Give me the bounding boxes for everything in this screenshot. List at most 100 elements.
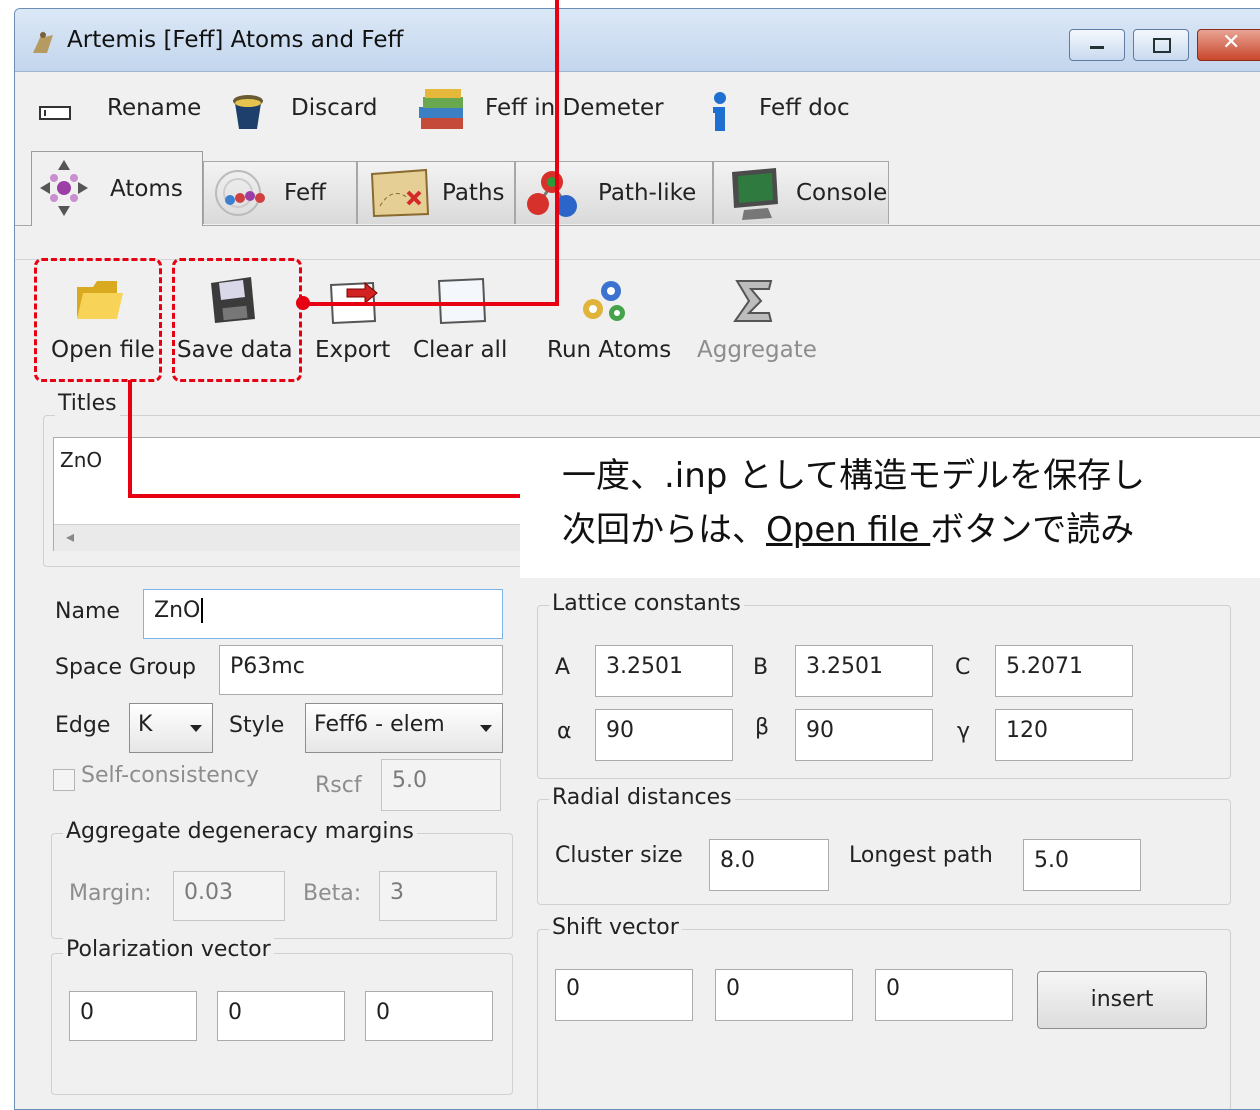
trash-icon <box>233 95 263 129</box>
space-group-label: Space Group <box>55 655 197 680</box>
artemis-app-icon <box>33 31 53 53</box>
lattice-b-input[interactable]: 3.2501 <box>795 645 933 697</box>
shift-group-title: Shift vector <box>549 915 682 940</box>
self-consistency-label: Self-consistency <box>81 763 259 788</box>
aggregate-button[interactable]: Aggregate <box>695 271 825 371</box>
minimize-button[interactable] <box>1069 29 1125 61</box>
shift-y-input[interactable]: 0 <box>715 969 853 1021</box>
aggregate-group-title: Aggregate degeneracy margins <box>63 819 417 844</box>
scroll-left-icon[interactable]: ◂ <box>66 527 74 546</box>
gears-icon <box>583 281 625 321</box>
menu-rename[interactable]: Rename <box>107 95 201 121</box>
titles-group-title: Titles <box>55 391 120 416</box>
polarization-group-title: Polarization vector <box>63 937 274 962</box>
close-icon: ✕ <box>1222 30 1241 55</box>
lattice-beta-input[interactable]: 90 <box>795 709 933 761</box>
cluster-size-label: Cluster size <box>555 843 683 868</box>
tab-atoms-label: Atoms <box>110 176 183 202</box>
beta-input[interactable]: 3 <box>379 871 497 921</box>
callout-line-top <box>555 0 559 306</box>
clear-all-label: Clear all <box>413 337 508 363</box>
atoms-icon <box>40 160 88 216</box>
tab-console[interactable]: Console <box>713 161 889 224</box>
tab-feff-label: Feff <box>284 180 326 206</box>
longest-path-input[interactable]: 5.0 <box>1023 839 1141 891</box>
lattice-alpha-input[interactable]: 90 <box>595 709 733 761</box>
edge-value: K <box>138 712 153 737</box>
style-label: Style <box>229 713 285 738</box>
polarization-z-input[interactable]: 0 <box>365 991 493 1041</box>
chevron-down-icon <box>480 725 492 732</box>
title-bar: Artemis [Feff] Atoms and Feff ✕ <box>15 9 1260 72</box>
callout-line-save <box>304 302 559 306</box>
lattice-beta-label: β <box>755 715 770 740</box>
tab-feff[interactable]: Feff <box>203 161 357 224</box>
cluster-size-input[interactable]: 8.0 <box>709 839 829 891</box>
rename-icon <box>39 106 71 120</box>
tab-path-like-label: Path-like <box>598 180 697 206</box>
annotation-line-2: 次回からは、Open file ボタンで読み <box>562 502 1135 551</box>
sigma-icon <box>733 280 773 322</box>
map-icon <box>370 168 430 218</box>
maximize-button[interactable] <box>1133 29 1189 61</box>
margin-label: Margin: <box>69 881 152 906</box>
beta-label: Beta: <box>303 881 362 906</box>
edge-label: Edge <box>55 713 111 738</box>
radial-group-title: Radial distances <box>549 785 735 810</box>
insert-button[interactable]: insert <box>1037 971 1207 1029</box>
tab-paths-label: Paths <box>442 180 505 206</box>
clear-all-button[interactable]: Clear all <box>413 271 513 371</box>
annotation-open-file-link: Open file <box>766 510 931 550</box>
longest-path-label: Longest path <box>849 843 993 868</box>
tab-path-like[interactable]: Path-like <box>515 161 713 224</box>
polarization-y-input[interactable]: 0 <box>217 991 345 1041</box>
run-atoms-button[interactable]: Run Atoms <box>541 271 675 371</box>
titles-text: ZnO <box>60 448 103 472</box>
lattice-gamma-input[interactable]: 120 <box>995 709 1133 761</box>
info-icon <box>713 92 726 131</box>
feff-icon <box>215 170 265 216</box>
tab-paths[interactable]: Paths <box>357 161 515 224</box>
text-cursor <box>201 598 204 623</box>
save-data-highlight <box>172 258 302 382</box>
shift-z-input[interactable]: 0 <box>875 969 1013 1021</box>
export-icon <box>329 281 378 325</box>
lattice-b-label: B <box>753 655 769 680</box>
lattice-c-input[interactable]: 5.2071 <box>995 645 1133 697</box>
monitor-icon <box>732 168 778 220</box>
self-consistency-checkbox[interactable] <box>53 769 75 791</box>
polarization-x-input[interactable]: 0 <box>69 991 197 1041</box>
space-group-input[interactable]: P63mc <box>219 645 503 695</box>
close-button[interactable]: ✕ <box>1197 29 1260 61</box>
export-button[interactable]: Export <box>313 271 403 371</box>
lattice-alpha-label: α <box>557 719 572 744</box>
run-atoms-label: Run Atoms <box>547 337 672 363</box>
name-input[interactable]: ZnO <box>143 589 503 639</box>
aggregate-label: Aggregate <box>697 337 817 363</box>
lattice-a-label: A <box>555 655 571 680</box>
tab-console-label: Console <box>796 180 888 206</box>
lattice-group-title: Lattice constants <box>549 591 744 616</box>
name-value: ZnO <box>154 598 201 623</box>
books-icon <box>419 89 463 129</box>
export-label: Export <box>315 337 391 363</box>
style-select[interactable]: Feff6 - elem <box>305 703 503 753</box>
menu-feff-doc[interactable]: Feff doc <box>759 95 850 121</box>
clear-icon <box>437 277 487 325</box>
menu-feff-in-demeter[interactable]: Feff in Demeter <box>485 95 664 121</box>
style-value: Feff6 - elem <box>314 712 445 737</box>
annotation-suffix: ボタンで読み <box>930 510 1135 550</box>
shift-x-input[interactable]: 0 <box>555 969 693 1021</box>
menu-discard[interactable]: Discard <box>291 95 377 121</box>
lattice-c-label: C <box>955 655 971 680</box>
callout-dot-save <box>296 296 310 310</box>
tab-atoms[interactable]: Atoms <box>31 151 203 226</box>
lattice-a-input[interactable]: 3.2501 <box>595 645 733 697</box>
name-label: Name <box>55 599 120 624</box>
rscf-input[interactable]: 5.0 <box>381 759 501 811</box>
margin-input[interactable]: 0.03 <box>173 871 285 921</box>
rscf-label: Rscf <box>315 773 362 798</box>
edge-select[interactable]: K <box>129 703 213 753</box>
menu-bar: Rename Discard Feff in Demeter Feff doc <box>15 75 1260 145</box>
molecule-icon <box>527 171 577 217</box>
